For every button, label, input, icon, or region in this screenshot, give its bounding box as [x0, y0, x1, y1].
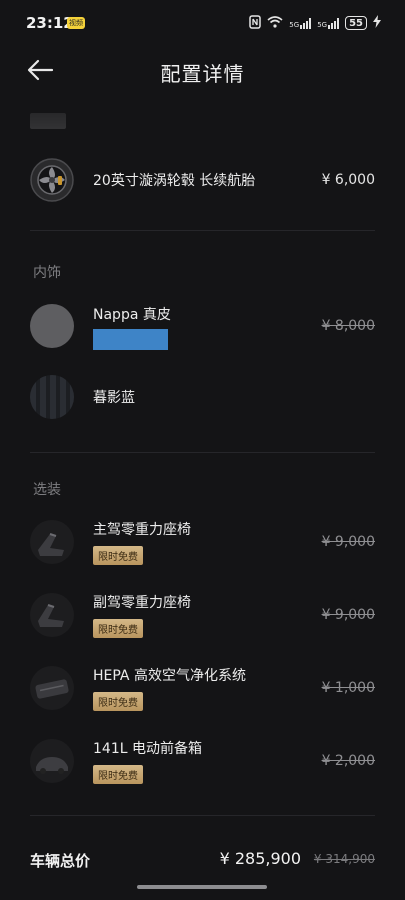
- total-original-price: ¥ 314,900: [313, 852, 375, 866]
- battery-indicator: 55: [345, 16, 367, 30]
- battery-level: 55: [349, 17, 363, 29]
- page-title: 配置详情: [160, 62, 245, 86]
- promo-tag: 限时免费: [93, 546, 143, 565]
- option-name: 141L 电动前备箱: [93, 741, 202, 757]
- redacted-bar: [93, 329, 168, 350]
- wifi-icon: [267, 15, 283, 31]
- divider: [30, 452, 375, 453]
- option-price: ¥ 1,000: [321, 680, 375, 696]
- divider: [30, 230, 375, 231]
- promo-tag: 限时免费: [93, 692, 143, 711]
- charging-icon: [373, 15, 381, 31]
- interior-item-name: Nappa 真皮: [93, 307, 171, 323]
- section-label-interior: 内饰: [33, 265, 61, 281]
- option-name: HEPA 高效空气净化系统: [93, 668, 246, 684]
- option-item-passenger-seat: 副驾零重力座椅 限时免费 ¥ 9,000: [30, 591, 375, 639]
- partial-thumbnail: [30, 113, 66, 129]
- promo-tag: 限时免费: [93, 619, 143, 638]
- driver-seat-thumbnail: [30, 520, 74, 564]
- nfc-icon: [249, 14, 262, 32]
- status-bar: 23:12 视频 5G 5G 55: [0, 0, 405, 44]
- status-icons: 5G 5G 55: [249, 14, 381, 32]
- 5g-signal-icon: 5G: [289, 17, 312, 29]
- hepa-filter-thumbnail: [30, 666, 74, 710]
- home-indicator[interactable]: [137, 885, 267, 889]
- promo-tag: 限时免费: [93, 765, 143, 784]
- wheel-thumbnail: [30, 158, 74, 202]
- wheel-option-price: ¥ 6,000: [321, 172, 375, 188]
- divider: [30, 815, 375, 816]
- option-name: 主驾零重力座椅: [93, 522, 191, 538]
- option-price: ¥ 9,000: [321, 534, 375, 550]
- passenger-seat-thumbnail: [30, 593, 74, 637]
- option-item-driver-seat: 主驾零重力座椅 限时免费 ¥ 9,000: [30, 518, 375, 566]
- interior-item-color: 暮影蓝: [30, 373, 375, 421]
- interior-color-thumbnail: [30, 375, 74, 419]
- total-label: 车辆总价: [30, 852, 91, 870]
- option-name: 副驾零重力座椅: [93, 595, 191, 611]
- 5g-signal-icon: 5G: [317, 17, 340, 29]
- nappa-color-swatch: [30, 304, 74, 348]
- option-item-frunk: 141L 电动前备箱 限时免费 ¥ 2,000: [30, 737, 375, 785]
- header: 配置详情: [0, 44, 405, 100]
- wheel-option-row: 20英寸漩涡轮毂 长续航胎 ¥ 6,000: [30, 156, 375, 204]
- interior-item-nappa: Nappa 真皮 ¥ 8,000: [30, 302, 375, 350]
- interior-item-price: ¥ 8,000: [321, 318, 375, 334]
- frunk-thumbnail: [30, 739, 74, 783]
- interior-item-name: 暮影蓝: [93, 390, 135, 406]
- option-price: ¥ 9,000: [321, 607, 375, 623]
- option-price: ¥ 2,000: [321, 753, 375, 769]
- option-item-hepa: HEPA 高效空气净化系统 限时免费 ¥ 1,000: [30, 664, 375, 712]
- status-pill: 视频: [67, 17, 85, 29]
- wheel-option-name: 20英寸漩涡轮毂 长续航胎: [93, 173, 256, 189]
- total-price: ¥ 285,900: [219, 849, 301, 868]
- section-label-options: 选装: [33, 482, 61, 498]
